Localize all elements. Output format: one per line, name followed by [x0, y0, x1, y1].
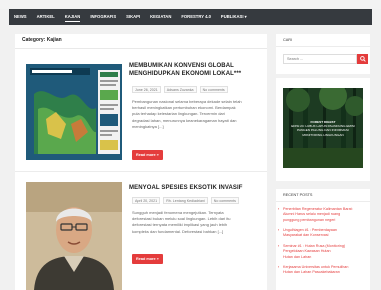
banner-line: MONITORING LINGKUNGAN [302, 132, 344, 137]
nav-item-publikasi[interactable]: PUBLIKASI ▾ [216, 9, 252, 25]
recent-post-link-2[interactable]: Ungulhiagen #1 : Pemberdayaan Masyarakat… [278, 228, 365, 239]
post-meta-1: June 26, 2021 Adsans Zuzanka No comments [132, 86, 228, 93]
excerpt-line: meningkatnya [...] [132, 123, 164, 129]
post-thumbnail-2[interactable] [26, 182, 122, 290]
top-strip [0, 0, 381, 9]
recent-posts-widget: RECENT POSTS Penerbitan Regeneratur Kali… [276, 189, 370, 290]
chevron-down-icon: ▾ [244, 14, 247, 19]
search-widget: CARI [276, 34, 370, 74]
recent-post-line: Masyarakat dan Konservasi [283, 233, 329, 238]
post-title-1-line1: MEMBUMIKAN KONVENSI GLOBAL [129, 63, 234, 69]
forest-digest-banner[interactable]: FOREST DIGEST EDISI 24: LUBUK LAPUN PALI… [283, 88, 363, 168]
read-more-button-2[interactable]: Read more » [132, 254, 163, 264]
search-widget-title: CARI [283, 38, 293, 42]
recent-post-line: punggung pembangunan negeri [283, 217, 336, 222]
post-thumbnail-1[interactable] [26, 64, 122, 160]
post-meta-2: April 20, 2021 Rh. Lentang Kediadriani N… [132, 197, 239, 204]
read-more-button-1[interactable]: Read more » [132, 150, 163, 160]
category-header: Category: Kajian [15, 34, 267, 49]
post-title-1-line2: MENGHIDUPKAN EKONOMI LOKAL*** [129, 70, 242, 77]
nav-item-news[interactable]: NEWS [9, 9, 32, 25]
post-date[interactable]: June 26, 2021 [132, 86, 161, 93]
search-button[interactable] [357, 54, 368, 64]
recent-posts-title: RECENT POSTS [283, 193, 313, 197]
banner-line: PANGEN PALUNG DAN INFORMASI [297, 128, 349, 133]
nav-item-infografis[interactable]: INFOGRAFIS [85, 9, 121, 25]
nav-item-kegiatan[interactable]: KEGIATAN [145, 9, 176, 25]
main-nav: NEWS ARTIKEL KAJIAN INFOGRAFIS SIKAPI KE… [9, 9, 372, 25]
recent-post-line: Hutan dan Lahan Pascakebakaran [283, 270, 340, 275]
banner-widget: FOREST DIGEST EDISI 24: LUBUK LAPUN PALI… [276, 78, 370, 181]
nav-item-kajian[interactable]: KAJIAN [60, 9, 86, 25]
nav-item-sikapi[interactable]: SIKAPI [121, 9, 145, 25]
category-title: Category: Kajian [22, 37, 62, 43]
post-author[interactable]: Rh. Lentang Kediadriani [163, 197, 208, 204]
post-title-2[interactable]: MENYOAL SPESIES EKSOTIK INVASIF [129, 185, 259, 193]
infographic-image [26, 64, 122, 160]
recent-post-link-1[interactable]: Penerbitan Regeneratur Kalimantan Barat:… [278, 207, 365, 223]
search-icon [359, 56, 366, 62]
recent-post-link-3[interactable]: Seminar #1 : Hutan Rusa (Monitoring) Pen… [278, 244, 365, 260]
banner-text: FOREST DIGEST EDISI 24: LUBUK LAPUN PALI… [287, 120, 359, 137]
main-content: Category: Kajian MEMBUMIKAN KONVENSI GLO… [15, 34, 267, 290]
recent-posts-header: RECENT POSTS [276, 189, 370, 202]
post-excerpt-1: Pembangunan nasional selama beberapa dek… [132, 99, 264, 130]
post-divider [15, 171, 267, 172]
excerpt-line: kompleks dan fundamental. Deforestasi ba… [132, 228, 224, 234]
recent-post-link-4[interactable]: Kerjasama Universitas untuk Pemulihan Hu… [278, 265, 365, 276]
nav-item-publikasi-label: PUBLIKASI [220, 14, 244, 19]
post-author[interactable]: Adsans Zuzanka [163, 86, 197, 93]
nav-item-forestry[interactable]: FORESTRY 4.0 [176, 9, 216, 25]
search-input[interactable] [283, 54, 357, 64]
recent-post-line: Hutan dan Lahan [283, 254, 312, 259]
nav-item-artikel[interactable]: ARTIKEL [32, 9, 60, 25]
search-widget-header: CARI [276, 34, 370, 47]
post-excerpt-2: Sungguh menjadi fenomena mengejutkan. Te… [132, 210, 264, 235]
post-comments[interactable]: No comments [210, 197, 239, 204]
author-photo [26, 182, 122, 290]
post-title-1[interactable]: MEMBUMIKAN KONVENSI GLOBAL MENGHIDUPKAN … [129, 63, 259, 78]
post-comments[interactable]: No comments [199, 86, 228, 93]
post-date[interactable]: April 20, 2021 [132, 197, 161, 204]
